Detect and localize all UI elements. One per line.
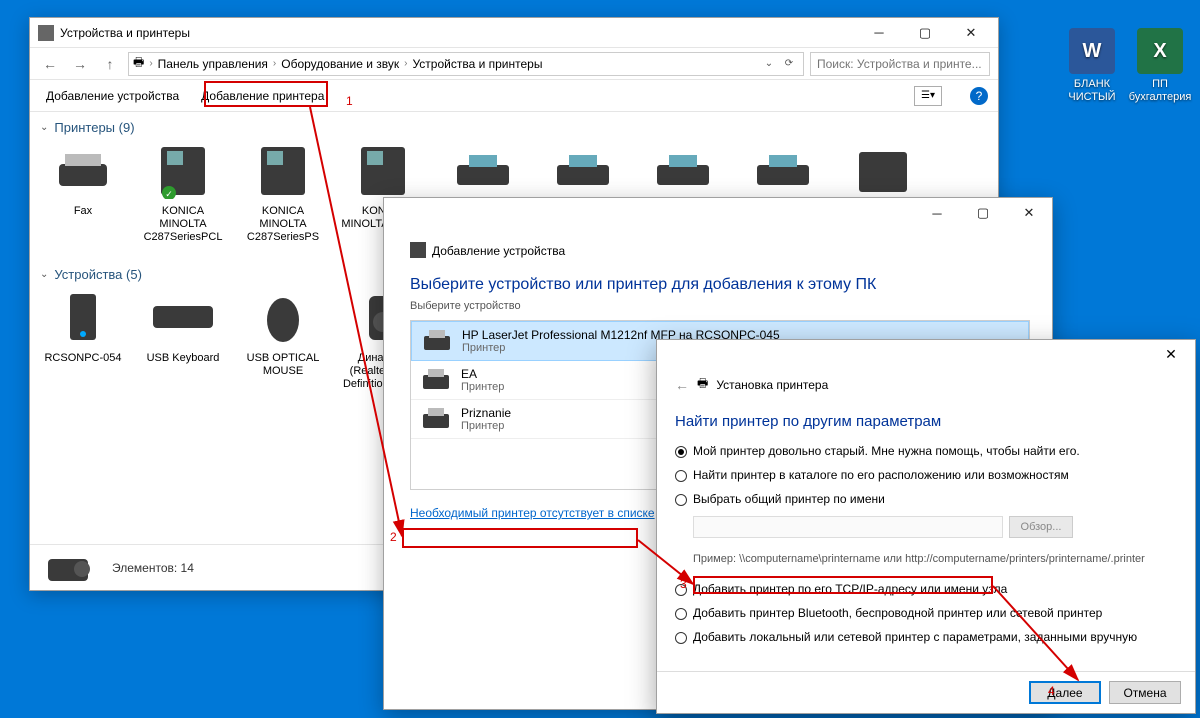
word-icon: W [1069,28,1115,74]
dialog-minimize-button[interactable]: ─ [914,198,960,228]
breadcrumb-leaf[interactable]: Устройства и принтеры [412,57,542,71]
radio-option-directory[interactable]: Найти принтер в каталоге по его располож… [675,468,1177,482]
close-button[interactable]: ✕ [948,18,994,48]
printer-icon [422,328,452,354]
printer-icon: 🖶 [697,374,708,395]
chevron-down-icon: ⌄ [40,122,48,133]
radio-icon [675,446,687,458]
printer-icon [421,406,451,432]
radio-option-shared[interactable]: Выбрать общий принтер по имени [675,492,1177,506]
device-tile[interactable]: RCSONPC-054 [40,288,126,392]
device-tile[interactable]: USB Keyboard [140,288,226,392]
address-dropdown-icon[interactable]: ⌄ [759,58,779,69]
add-device-command[interactable]: Добавление устройства [44,85,181,107]
radio-icon [675,494,687,506]
excel-icon: X [1137,28,1183,74]
view-dropdown[interactable]: ☰▾ [914,86,942,106]
window-title: Устройства и принтеры [60,26,856,40]
device-tile[interactable]: ✓ KONICA MINOLTA C287SeriesPCL [140,141,226,245]
radio-icon [675,608,687,620]
desktop-icon-word[interactable]: W БЛАНКЧИСТЫЙ [1060,28,1124,104]
maximize-button[interactable]: ▢ [902,18,948,48]
app-icon [38,25,54,41]
back-icon[interactable]: ← [675,377,689,393]
help-icon[interactable]: ? [970,87,988,105]
printer-not-listed-link[interactable]: Необходимый принтер отсутствует в списке [410,506,655,520]
dialog-heading: Найти принтер по другим параметрам [675,413,1177,430]
example-text: Пример: \\computername\printername или h… [693,552,1177,566]
radio-icon [675,584,687,596]
nav-row: ← → ↑ 🖶 › Панель управления › Оборудован… [30,48,998,80]
device-tile[interactable]: Fax [40,141,126,245]
breadcrumb-icon: 🖶 [133,53,144,74]
chevron-down-icon: ⌄ [40,269,48,280]
status-count: Элементов: 14 [112,561,194,575]
nav-back-icon[interactable]: ← [38,56,62,72]
device-tile[interactable]: USB OPTICAL MOUSE [240,288,326,392]
svg-text:✓: ✓ [165,189,173,199]
section-printers-header[interactable]: ⌄ Принтеры (9) [40,120,988,135]
install-printer-dialog: ✕ ← 🖶 Установка принтера Найти принтер п… [656,339,1196,714]
titlebar: Устройства и принтеры ─ ▢ ✕ [30,18,998,48]
radio-icon [675,470,687,482]
next-button[interactable]: Далее [1029,681,1101,704]
cancel-button[interactable]: Отмена [1109,681,1181,704]
share-path-input[interactable] [693,516,1003,538]
browse-button[interactable]: Обзор... [1009,516,1073,538]
dialog-title: Установка принтера [716,378,828,392]
device-icon [410,242,426,258]
printer-icon [421,367,451,393]
dialog-subheading: Выберите устройство [410,300,1030,312]
dialog-heading: Выберите устройство или принтер для доба… [410,276,1030,294]
radio-option-old-printer[interactable]: Мой принтер довольно старый. Мне нужна п… [675,444,1177,458]
radio-icon [675,632,687,644]
command-bar: Добавление устройства Добавление принтер… [30,80,998,112]
breadcrumb-mid[interactable]: Оборудование и звук [281,57,399,71]
dialog-close-button[interactable]: ✕ [1153,346,1189,363]
dialog-title: Добавление устройства [432,244,565,258]
radio-option-bluetooth[interactable]: Добавить принтер Bluetooth, беспроводной… [675,606,1177,620]
radio-option-tcpip[interactable]: Добавить принтер по его TCP/IP-адресу ил… [675,582,1177,596]
search-input[interactable] [810,52,990,76]
device-tile[interactable]: KONICA MINOLTA C287SeriesPS [240,141,326,245]
dialog-close-button[interactable]: ✕ [1006,198,1052,228]
breadcrumb-root[interactable]: Панель управления [158,57,268,71]
nav-up-icon[interactable]: ↑ [98,56,122,72]
radio-option-local[interactable]: Добавить локальный или сетевой принтер с… [675,630,1177,644]
refresh-icon[interactable]: ⟳ [779,58,799,69]
add-printer-command[interactable]: Добавление принтера [199,85,326,107]
status-device-icon [44,549,98,587]
desktop-icon-excel[interactable]: X ППбухгалтерия [1128,28,1192,104]
dialog-maximize-button[interactable]: ▢ [960,198,1006,228]
minimize-button[interactable]: ─ [856,18,902,48]
nav-forward-icon[interactable]: → [68,56,92,72]
address-bar[interactable]: 🖶 › Панель управления › Оборудование и з… [128,52,804,76]
